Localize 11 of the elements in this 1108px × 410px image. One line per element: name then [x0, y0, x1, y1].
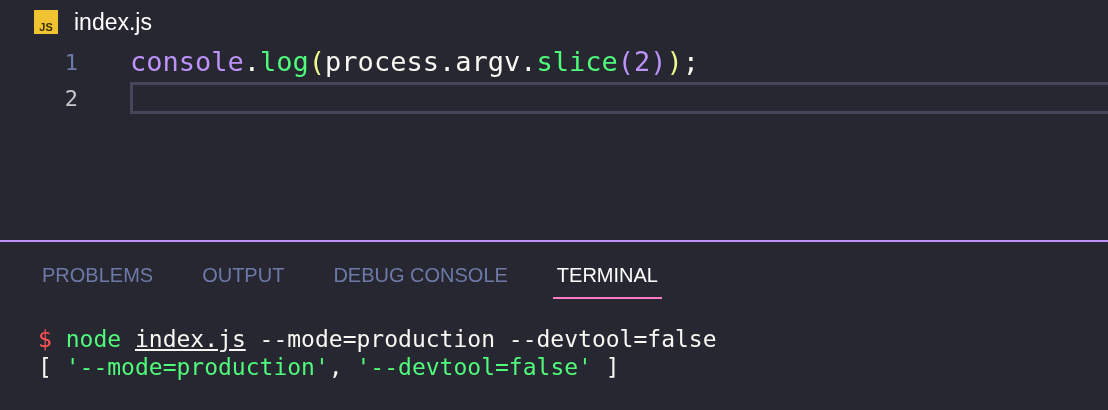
code-line: console.log(process.argv.slice(2)); [130, 46, 701, 78]
javascript-file-icon: JS [34, 10, 58, 34]
terminal-line: $ node index.js --mode=production --devtool=false [38, 325, 718, 353]
line-number: 1 [63, 49, 79, 75]
panel-tab[interactable]: OUTPUT [202, 264, 285, 299]
panel-tab[interactable]: TERMINAL [552, 264, 662, 299]
line-number: 2 [63, 85, 79, 111]
panel-tab[interactable]: PROBLEMS [42, 264, 154, 299]
file-tab-title[interactable]: index.js [74, 8, 152, 36]
terminal-line: [ '--mode=production', '--devtool=false' ] [38, 353, 621, 381]
panel-tab[interactable]: DEBUG CONSOLE [333, 264, 508, 299]
